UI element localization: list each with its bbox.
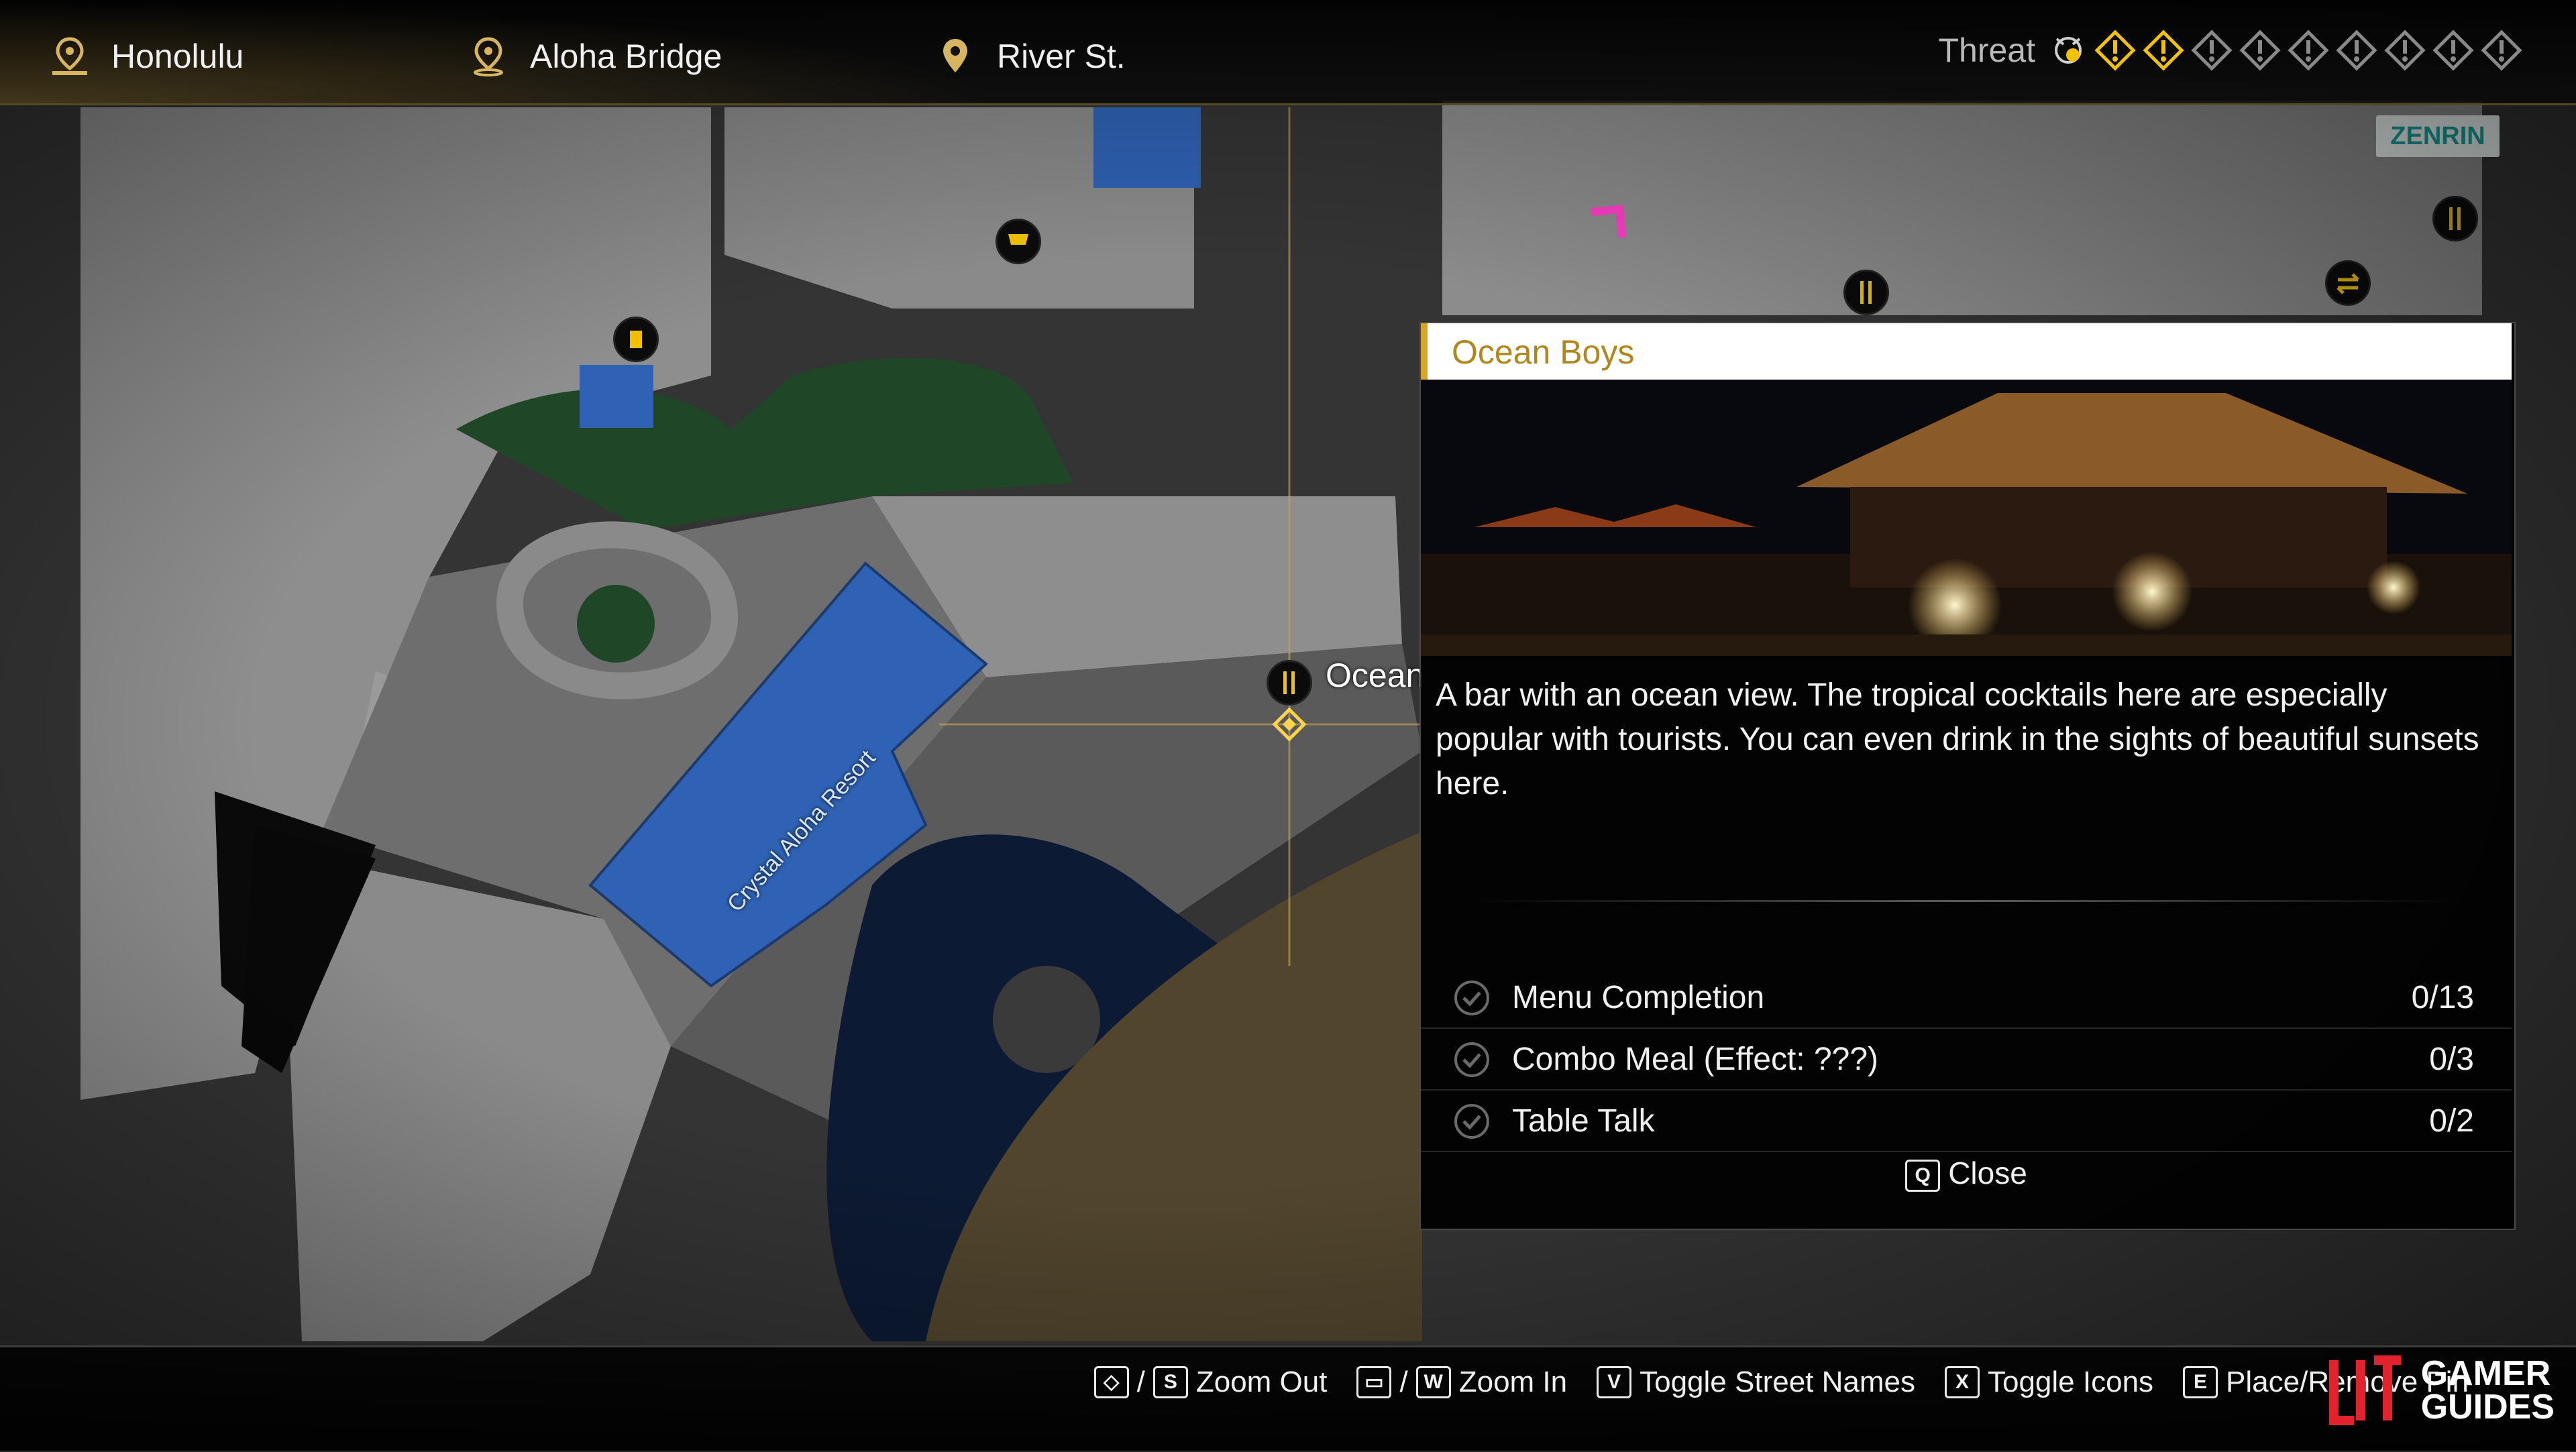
checklist-name: Menu Completion [1512, 980, 1765, 1015]
pink-arrow-marker-icon[interactable] [1586, 200, 1633, 247]
threat-diamond-icon [2432, 30, 2474, 71]
key-hint: X [1944, 1366, 1980, 1398]
threat-diamond-icon [2094, 30, 2136, 71]
threat-diamond-icon [2481, 30, 2522, 71]
threat-label: Threat [1938, 32, 2035, 69]
toggle-icons-control[interactable]: X Toggle Icons [1944, 1365, 2154, 1399]
location-street-label: River St. [997, 38, 1126, 75]
checklist-name: Combo Meal (Effect: ???) [1512, 1042, 1879, 1077]
district-pin-icon [52, 37, 87, 75]
panel-title-bar: Ocean Boys [1421, 323, 2512, 380]
panel-divider [1474, 900, 2454, 902]
threat-diamond-icon [2288, 30, 2329, 71]
location-photo [1421, 380, 2512, 656]
key-hint: ▭ [1356, 1366, 1392, 1398]
control-label: Toggle Street Names [1640, 1365, 1915, 1398]
zenrin-logo: ZENRIN [2376, 115, 2500, 157]
check-circle-icon [1454, 1042, 1489, 1077]
location-district: Honolulu [48, 35, 244, 78]
location-area: Aloha Bridge [467, 35, 722, 78]
zoom-out-control[interactable]: ◇ / S Zoom Out [1093, 1365, 1328, 1399]
threat-diamond-icon [2384, 30, 2426, 71]
control-label: Toggle Icons [1987, 1365, 2154, 1398]
area-pin-icon [474, 37, 503, 76]
threat-levels [2094, 30, 2522, 71]
restaurant-icon[interactable] [2432, 196, 2478, 241]
control-label: Zoom Out [1195, 1365, 1328, 1398]
bar-icon[interactable] [1267, 660, 1312, 706]
key-hint: S [1152, 1366, 1188, 1398]
control-hints: ◇ / S Zoom Out ▭ / W Zoom In V Toggle Street Na… [1093, 1365, 2469, 1399]
shop-cart-icon[interactable] [996, 219, 1041, 264]
threat-diamond-icon [2336, 30, 2377, 71]
key-hint: E [2183, 1366, 2218, 1398]
threat-diamond-icon [2239, 30, 2281, 71]
zoom-in-control[interactable]: ▭ / W Zoom In [1356, 1365, 1567, 1399]
check-circle-icon [1454, 1104, 1489, 1139]
exchange-icon[interactable] [2325, 260, 2371, 306]
threat-skull-icon [2055, 37, 2082, 64]
close-key-hint: Q [1905, 1159, 1941, 1192]
watermark-line-2: GUIDES [2420, 1388, 2555, 1427]
drink-icon[interactable] [613, 317, 659, 362]
gamer-guides-watermark: GAMER GUIDES [2327, 1353, 2555, 1427]
key-hint: V [1597, 1366, 1632, 1398]
location-district-label: Honolulu [111, 38, 244, 75]
selected-marker-label: Ocean [1326, 657, 1425, 694]
location-area-label: Aloha Bridge [530, 38, 722, 75]
panel-close-button[interactable]: Q Close [1421, 1155, 2512, 1192]
checklist-value: 0/2 [2429, 1103, 2474, 1139]
control-label: Zoom In [1458, 1365, 1568, 1398]
toggle-street-names-control[interactable]: V Toggle Street Names [1597, 1365, 1915, 1399]
watermark-line-1: GAMER [2420, 1354, 2551, 1393]
checklist-row: Menu Completion 0/13 [1421, 967, 2512, 1029]
close-label: Close [1948, 1156, 2027, 1190]
checklist-name: Table Talk [1512, 1103, 1655, 1139]
threat-diamond-icon [2143, 30, 2184, 71]
check-circle-icon [1454, 981, 1489, 1015]
checklist-row: Combo Meal (Effect: ???) 0/3 [1421, 1029, 2512, 1091]
key-hint: ◇ [1093, 1366, 1129, 1398]
threat-meter: Threat [1938, 30, 2522, 71]
checklist-value: 0/13 [2411, 980, 2474, 1015]
location-street: River St. [934, 35, 1126, 78]
location-info-panel: Ocean Boys A bar with an ocean view. The… [1419, 322, 2516, 1230]
key-hint: W [1415, 1366, 1451, 1398]
panel-title: Ocean Boys [1452, 333, 1635, 371]
restaurant-icon[interactable] [1843, 270, 1889, 315]
panel-description: A bar with an ocean view. The tropical c… [1436, 677, 2479, 801]
gamer-guides-logo-icon [2328, 1355, 2401, 1425]
checklist-row: Table Talk 0/2 [1421, 1091, 2512, 1152]
checklist-value: 0/3 [2429, 1042, 2474, 1077]
threat-diamond-icon [2191, 30, 2233, 71]
street-pin-icon [943, 39, 967, 72]
